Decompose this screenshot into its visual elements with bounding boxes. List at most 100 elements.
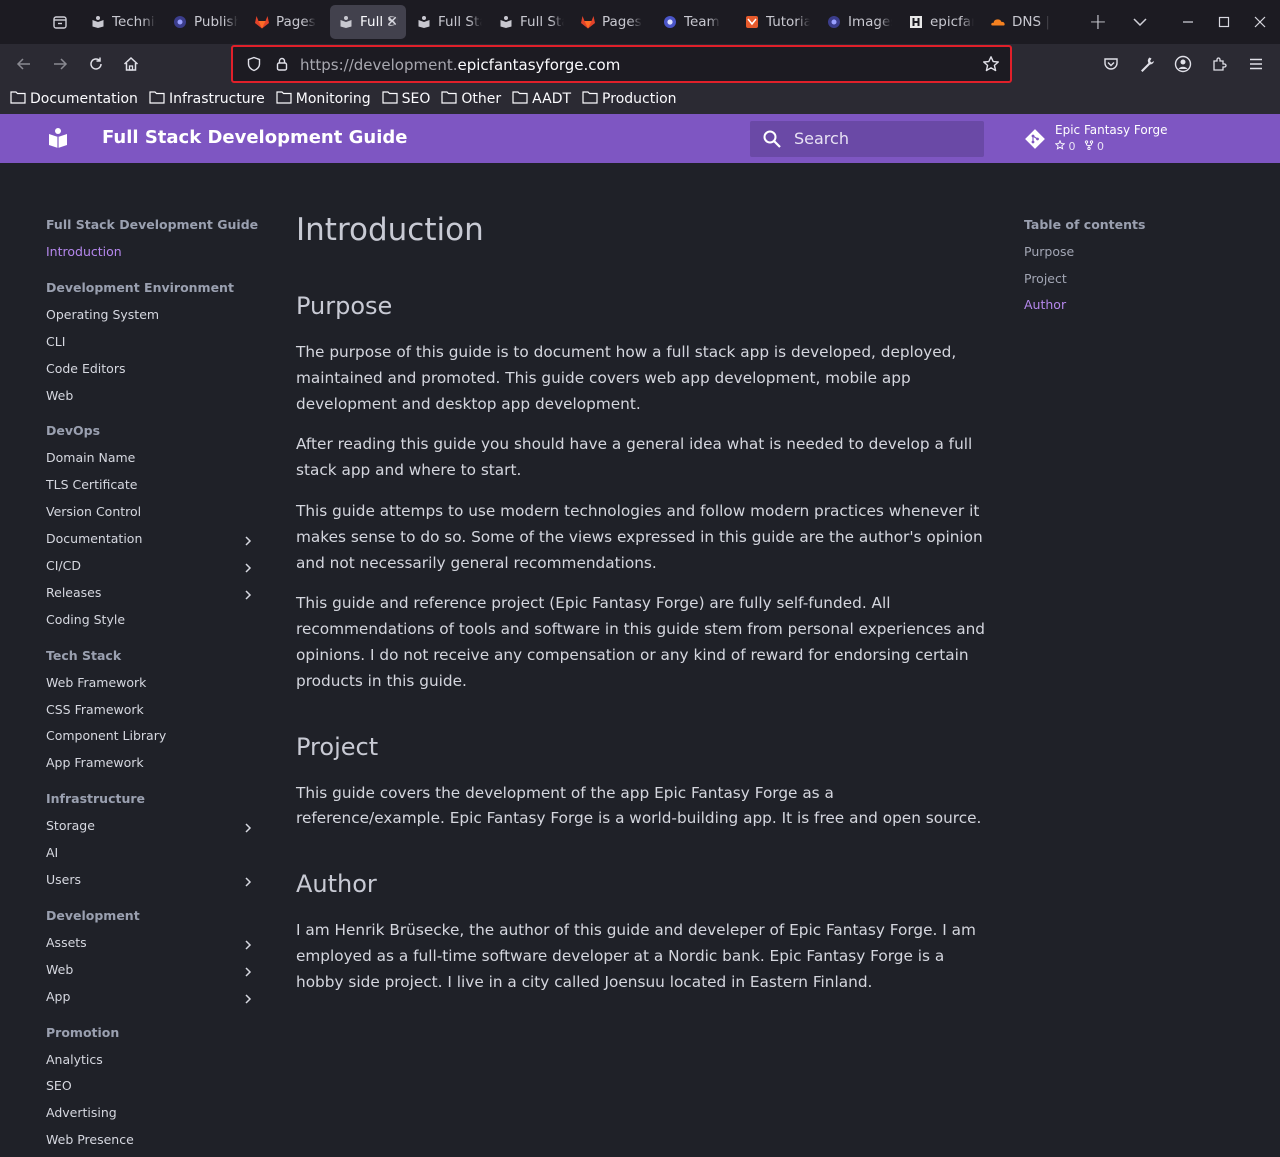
forward-button[interactable]: [44, 48, 76, 80]
sidebar-item[interactable]: Component Library: [46, 726, 266, 753]
chevron-right-icon[interactable]: [244, 874, 252, 894]
bookmark-star-icon[interactable]: [982, 55, 1000, 77]
sidebar-item[interactable]: CI/CD: [46, 556, 266, 583]
tab[interactable]: Publish: [164, 5, 246, 39]
sidebar-item[interactable]: TLS Certificate: [46, 475, 266, 502]
tab[interactable]: Pages: [572, 5, 654, 39]
tab[interactable]: Images: [818, 5, 900, 39]
bookmark-folder[interactable]: Other: [441, 90, 501, 108]
bookmark-folder[interactable]: Infrastructure: [149, 90, 265, 108]
lock-icon[interactable]: [274, 56, 290, 76]
site-title[interactable]: Full Stack Development Guide: [102, 127, 407, 148]
new-tab-button[interactable]: +: [1080, 4, 1116, 40]
toc-item[interactable]: Purpose: [1024, 242, 1254, 269]
extensions-icon[interactable]: [1203, 48, 1235, 80]
toc-item[interactable]: Project: [1024, 269, 1254, 296]
maximize-button[interactable]: [1208, 0, 1240, 44]
sidebar-item-label: Documentation: [46, 531, 143, 547]
sidebar-item[interactable]: Introduction: [46, 242, 266, 269]
sidebar-item[interactable]: Web Framework: [46, 673, 266, 700]
site-logo-icon[interactable]: [46, 126, 70, 150]
sidebar-item[interactable]: Web: [46, 960, 266, 987]
sidebar-item[interactable]: Storage: [46, 816, 266, 843]
sidebar-item[interactable]: CLI: [46, 332, 266, 359]
tab[interactable]: Full Stack: [490, 5, 572, 39]
back-button[interactable]: [8, 48, 40, 80]
folder-icon: [149, 90, 165, 108]
chevron-right-icon[interactable]: [244, 964, 252, 984]
sidebar-item[interactable]: App Framework: [46, 753, 266, 780]
sidebar-item[interactable]: Assets: [46, 933, 266, 960]
bookmark-folder[interactable]: AADT: [512, 90, 571, 108]
sidebar-item[interactable]: Advertising: [46, 1103, 266, 1130]
navigation-toolbar: https://development.epicfantasyforge.com: [0, 44, 1280, 84]
tab-title: Team: [684, 14, 720, 30]
tab[interactable]: Full Stack: [408, 5, 490, 39]
sidebar-item[interactable]: Web Presence: [46, 1130, 266, 1157]
chevron-right-icon[interactable]: [244, 560, 252, 580]
bookmark-folder[interactable]: Production: [582, 90, 677, 108]
sidebar-item[interactable]: Documentation: [46, 529, 266, 556]
bookmark-folder[interactable]: Documentation: [10, 90, 138, 108]
bookmark-folder[interactable]: Monitoring: [276, 90, 371, 108]
bookmark-folder[interactable]: SEO: [382, 90, 430, 108]
section-heading: Author: [296, 870, 377, 899]
reload-button[interactable]: [80, 48, 112, 80]
sidebar-item[interactable]: AI: [46, 843, 266, 870]
folder-icon: [441, 90, 457, 108]
home-button[interactable]: [115, 48, 147, 80]
tab-title: epicfantasyforge: [930, 14, 974, 30]
sidebar-item-label: Web Presence: [46, 1132, 134, 1148]
search-input[interactable]: Search: [750, 121, 984, 157]
address-bar[interactable]: https://development.epicfantasyforge.com: [231, 45, 1012, 83]
repository-link[interactable]: Epic Fantasy Forge 0 0: [1024, 122, 1224, 156]
tab[interactable]: Team: [654, 5, 736, 39]
tab-title: Images: [848, 14, 892, 30]
chevron-right-icon[interactable]: [244, 533, 252, 553]
chevron-right-icon[interactable]: [244, 587, 252, 607]
bookmark-label: AADT: [532, 91, 572, 107]
sidebar-item[interactable]: Version Control: [46, 502, 266, 529]
chevron-right-icon[interactable]: [244, 820, 252, 840]
sidebar-item[interactable]: Releases: [46, 583, 266, 610]
account-icon[interactable]: [1167, 48, 1199, 80]
tracking-protection-shield-icon[interactable]: [246, 56, 262, 76]
close-tab-icon[interactable]: ✕: [386, 14, 398, 30]
bookmark-label: Documentation: [30, 91, 138, 107]
sidebar-item[interactable]: Domain Name: [46, 448, 266, 475]
tab[interactable]: Technical: [82, 5, 164, 39]
paragraph: This guide attemps to use modern technol…: [296, 501, 983, 572]
url-text[interactable]: https://development.epicfantasyforge.com: [300, 56, 620, 74]
sidebar-item[interactable]: Web: [46, 386, 266, 413]
minimize-button[interactable]: [1172, 0, 1204, 44]
tab[interactable]: DNS |: [982, 5, 1064, 39]
gitlab-icon: [254, 14, 270, 30]
sidebar-item[interactable]: Analytics: [46, 1050, 266, 1077]
chevron-right-icon[interactable]: [244, 991, 252, 1011]
close-window-button[interactable]: [1244, 0, 1276, 44]
menu-icon[interactable]: [1240, 48, 1272, 80]
tab[interactable]: epicfantasyforge: [900, 5, 982, 39]
chevron-right-icon[interactable]: [244, 937, 252, 957]
sidebar-item-label: Web: [46, 961, 74, 977]
list-all-tabs-button[interactable]: [1122, 4, 1158, 40]
tab-active[interactable]: Full Stack✕: [330, 5, 406, 39]
tab[interactable]: Tutorial: [736, 5, 818, 39]
tab-strip: TechnicalPublishPagesFull Stack✕Full Sta…: [0, 0, 1280, 44]
astro-icon: [172, 14, 188, 30]
content-section: Purpose The purpose of this guide is to d…: [296, 292, 986, 695]
sidebar-item[interactable]: Coding Style: [46, 610, 266, 637]
wrench-icon[interactable]: [1131, 48, 1163, 80]
mkdocs-icon: [338, 14, 354, 30]
sidebar-item[interactable]: SEO: [46, 1076, 266, 1103]
tab[interactable]: Pages: [246, 5, 328, 39]
firefox-view-icon[interactable]: [38, 0, 82, 44]
sidebar-item[interactable]: Operating System: [46, 305, 266, 332]
toc-item[interactable]: Author: [1024, 295, 1254, 322]
sidebar-item[interactable]: Users: [46, 870, 266, 897]
sidebar-item[interactable]: Code Editors: [46, 359, 266, 386]
main-content: Introduction Purpose The purpose of this …: [296, 210, 986, 1034]
pocket-icon[interactable]: [1095, 48, 1127, 80]
sidebar-item[interactable]: CSS Framework: [46, 700, 266, 727]
sidebar-item[interactable]: App: [46, 987, 266, 1014]
